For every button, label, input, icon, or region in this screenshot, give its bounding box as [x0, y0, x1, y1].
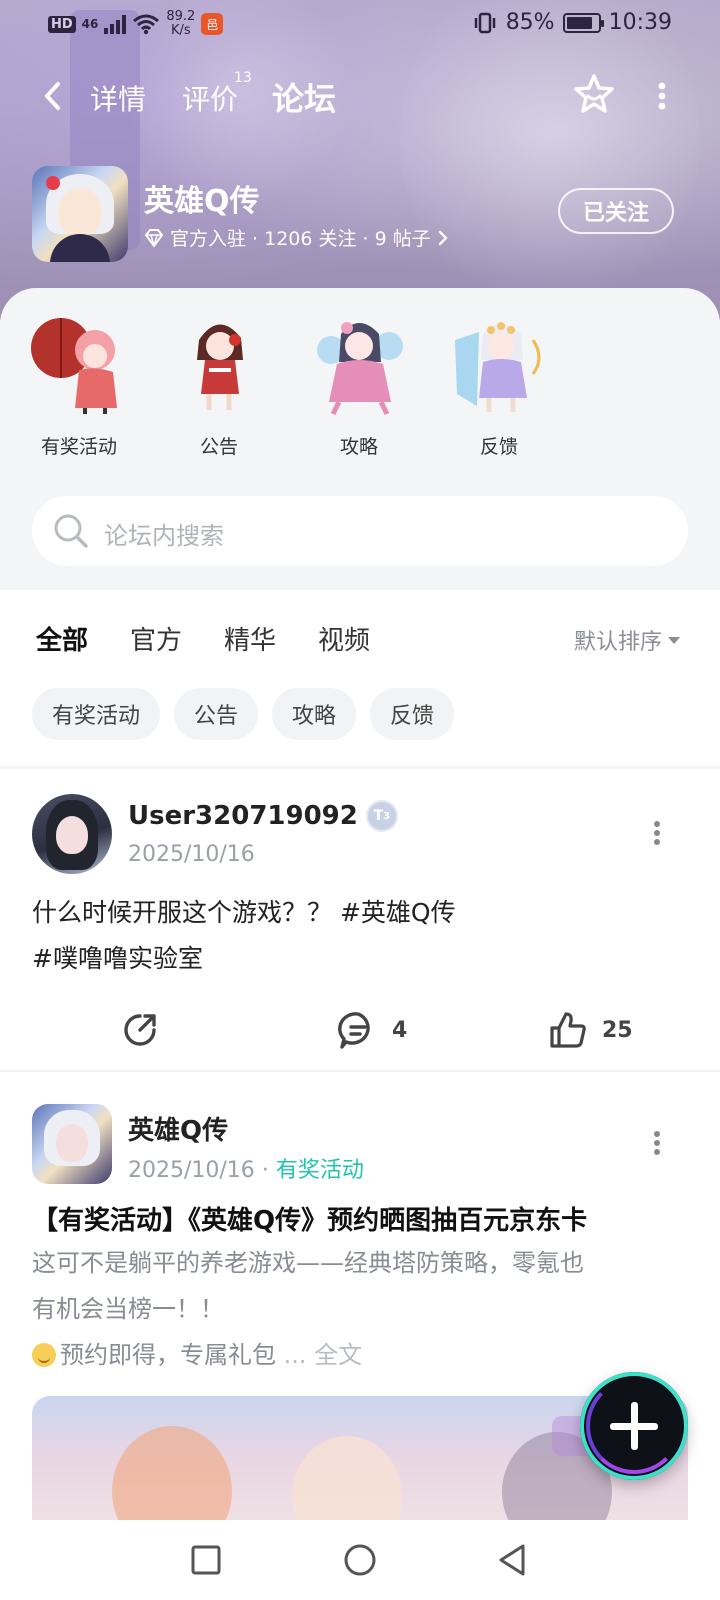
- post-actions: 4 25: [0, 1008, 720, 1058]
- header-background-art: [400, 0, 700, 320]
- game-title: 英雄Q传: [144, 184, 260, 219]
- back-arrow-icon[interactable]: [38, 78, 68, 114]
- search-icon: [54, 514, 88, 548]
- post-excerpt: 这可不是躺平的养老游戏——经典塔防策略，零氪也 有机会当榜一！！ 预约即得，专属…: [32, 1249, 584, 1369]
- recent-apps-icon[interactable]: [188, 1542, 224, 1578]
- category-chips: 有奖活动 公告 攻略 反馈: [32, 688, 455, 740]
- system-navigation-bar: [0, 1520, 720, 1600]
- vibrate-icon: [474, 12, 495, 33]
- post-category-tag[interactable]: 有奖活动: [276, 1158, 364, 1183]
- quick-link-feedback[interactable]: 反馈: [444, 310, 554, 459]
- top-nav: 详情 评价 13 论坛: [0, 64, 720, 128]
- chip-guides[interactable]: 攻略: [272, 688, 357, 740]
- post-date: 2025/10/16: [128, 842, 255, 867]
- filter-tab-video[interactable]: 视频: [318, 620, 370, 657]
- comment-count: 4: [392, 1017, 408, 1043]
- search-input[interactable]: 论坛内搜索: [104, 516, 224, 551]
- smile-emoji-icon: [32, 1343, 56, 1367]
- plus-icon: [610, 1423, 658, 1430]
- tab-reviews[interactable]: 评价: [182, 78, 238, 118]
- chip-feedback[interactable]: 反馈: [370, 688, 455, 740]
- network-speed: 89.2 K/s: [166, 9, 196, 38]
- post-content: 什么时候开服这个游戏？？ #英雄Q传 #噗噜噜实验室: [32, 898, 456, 973]
- hd-indicator: HD: [48, 15, 76, 33]
- read-more-link[interactable]: ... 全文: [284, 1341, 363, 1369]
- follow-button[interactable]: 已关注: [558, 188, 674, 234]
- post-more-icon[interactable]: [652, 818, 662, 848]
- comment-button[interactable]: 4: [336, 1008, 407, 1052]
- tab-details[interactable]: 详情: [90, 78, 146, 118]
- user-avatar[interactable]: [32, 794, 112, 874]
- chip-announcements[interactable]: 公告: [174, 688, 259, 740]
- home-icon[interactable]: [342, 1542, 378, 1578]
- feedback-character-icon: [455, 322, 541, 412]
- quick-link-label: 攻略: [339, 436, 378, 458]
- quick-links: 有奖活动 公告 攻略 反馈: [0, 310, 720, 460]
- filter-tab-featured[interactable]: 精华: [224, 620, 276, 657]
- game-meta[interactable]: 官方入驻 · 1206 关注 · 9 帖子: [144, 224, 449, 251]
- quick-link-events[interactable]: 有奖活动: [24, 310, 134, 459]
- filter-tabs: 全部 官方 精华 视频 默认排序: [0, 610, 720, 670]
- post-date: 2025/10/16 · 有奖活动: [128, 1158, 364, 1183]
- clock: 10:39: [608, 10, 672, 35]
- events-character-icon: [31, 318, 117, 414]
- game-stats: 官方入驻 · 1206 关注 · 9 帖子: [170, 228, 431, 250]
- game-header: HD 46 89.2 K/s 邑 85% 10:39 详情 评价 13 论坛 英…: [0, 0, 720, 320]
- quick-link-label: 有奖活动: [40, 436, 117, 458]
- battery-icon: [562, 12, 604, 33]
- thumbs-up-icon: [550, 1012, 586, 1048]
- forum-search-bar[interactable]: 论坛内搜索: [32, 496, 688, 566]
- chevron-right-icon: [438, 230, 448, 245]
- announcements-character-icon: [197, 324, 243, 410]
- divider: [0, 766, 720, 769]
- quick-link-label: 反馈: [479, 436, 518, 458]
- like-button[interactable]: 25: [546, 1008, 633, 1052]
- game-info: 英雄Q传 官方入驻 · 1206 关注 · 9 帖子 已关注: [0, 166, 720, 266]
- filter-tab-official[interactable]: 官方: [130, 620, 182, 657]
- share-icon: [124, 1014, 156, 1046]
- tab-forum[interactable]: 论坛: [272, 74, 337, 120]
- user-level-badge: T3: [365, 800, 398, 832]
- guides-character-icon: [317, 322, 403, 416]
- post-author[interactable]: 英雄Q传: [128, 1110, 228, 1147]
- chip-events[interactable]: 有奖活动: [32, 688, 161, 740]
- more-vertical-icon[interactable]: [652, 78, 672, 114]
- share-button[interactable]: [118, 1008, 162, 1052]
- quick-link-guides[interactable]: 攻略: [304, 310, 414, 459]
- official-avatar[interactable]: [32, 1104, 112, 1184]
- create-post-button[interactable]: [580, 1372, 688, 1480]
- battery-percent: 85%: [505, 10, 555, 35]
- like-count: 25: [602, 1017, 633, 1043]
- sort-dropdown[interactable]: 默认排序: [574, 624, 680, 656]
- post-more-icon[interactable]: [652, 1128, 662, 1158]
- post-author[interactable]: User320719092 T3: [128, 800, 398, 832]
- post-title: 【有奖活动】《英雄Q传》预约晒图抽百元京东卡: [32, 1206, 588, 1236]
- comment-icon: [338, 1012, 370, 1049]
- post-card[interactable]: User320719092 T3 2025/10/16 什么时候开服这个游戏？？…: [0, 780, 720, 1072]
- status-bar: HD 46 89.2 K/s 邑 85% 10:39: [0, 0, 720, 48]
- quick-link-announcements[interactable]: 公告: [164, 310, 274, 459]
- diamond-verified-icon: [144, 228, 164, 247]
- caret-down-icon: [668, 636, 680, 644]
- game-app-icon: [32, 166, 128, 262]
- app-notification-icon: 邑: [201, 13, 224, 35]
- forum-content: 有奖活动 公告 攻略 反馈 论坛内搜索 全部 官方 精华 视频 默认排序 有奖活…: [0, 288, 720, 1520]
- filter-tab-all[interactable]: 全部: [36, 620, 88, 657]
- wifi-icon: [133, 14, 160, 35]
- divider: [0, 1070, 720, 1072]
- network-label: 46: [81, 17, 99, 31]
- back-icon[interactable]: [494, 1542, 530, 1578]
- signal-icon: [104, 14, 127, 34]
- star-favorite-icon[interactable]: [572, 72, 616, 116]
- review-count-badge: 13: [234, 70, 252, 86]
- quick-link-label: 公告: [199, 436, 238, 458]
